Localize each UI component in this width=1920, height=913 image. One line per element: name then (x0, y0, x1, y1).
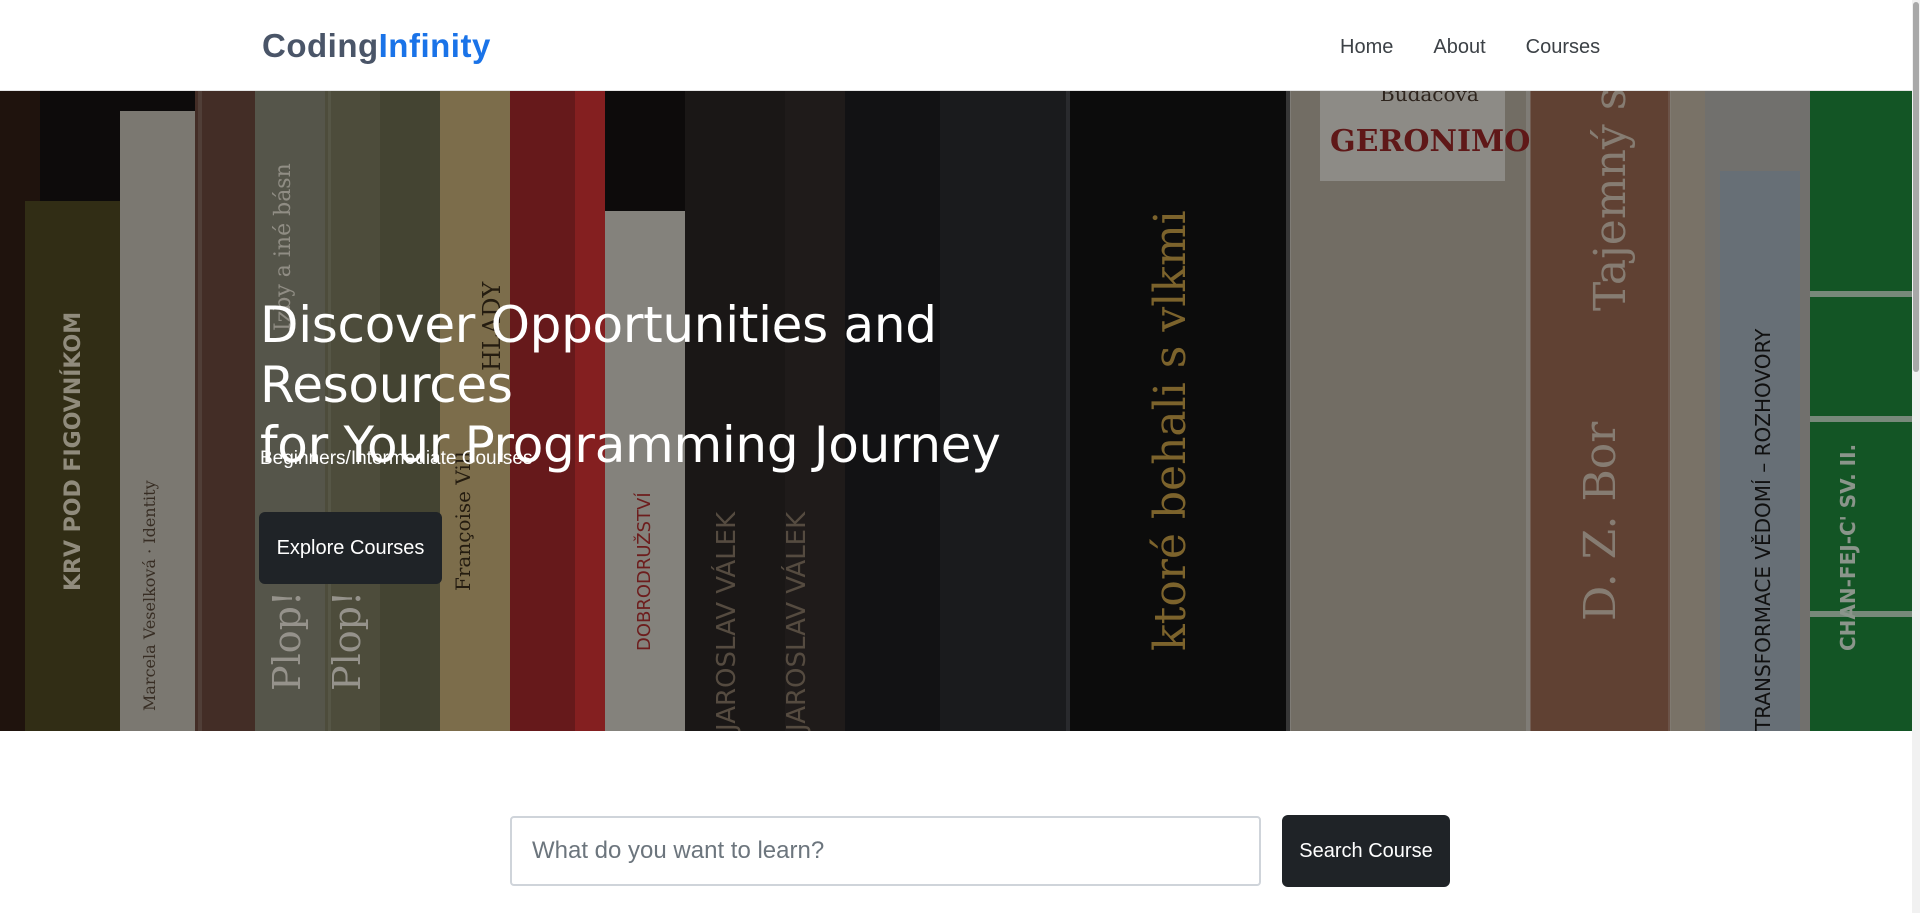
course-search-input[interactable] (510, 816, 1261, 886)
navbar: CodingInfinity Home About Courses (0, 0, 1920, 91)
brand-text-infinity: Infinity (378, 27, 491, 64)
nav-links: Home About Courses (1340, 34, 1640, 60)
hero-subtitle: Beginners/Intermediate Courses (260, 448, 533, 469)
search-course-button[interactable]: Search Course (1282, 815, 1450, 887)
nav-home-link[interactable]: Home (1340, 34, 1393, 60)
hero-title-line-1: Discover Opportunities and Resources (260, 296, 937, 414)
page-scrollbar[interactable] (1912, 0, 1920, 913)
nav-courses-link[interactable]: Courses (1526, 34, 1600, 60)
brand-logo[interactable]: CodingInfinity (262, 26, 491, 66)
hero-section: KRV POD FIGOVNÍKOM Marcela Veselková · I… (0, 91, 1920, 731)
brand-text-coding: Coding (262, 27, 379, 64)
nav-about-link[interactable]: About (1433, 34, 1485, 60)
explore-courses-button[interactable]: Explore Courses (259, 512, 442, 584)
scrollbar-thumb[interactable] (1913, 2, 1919, 372)
